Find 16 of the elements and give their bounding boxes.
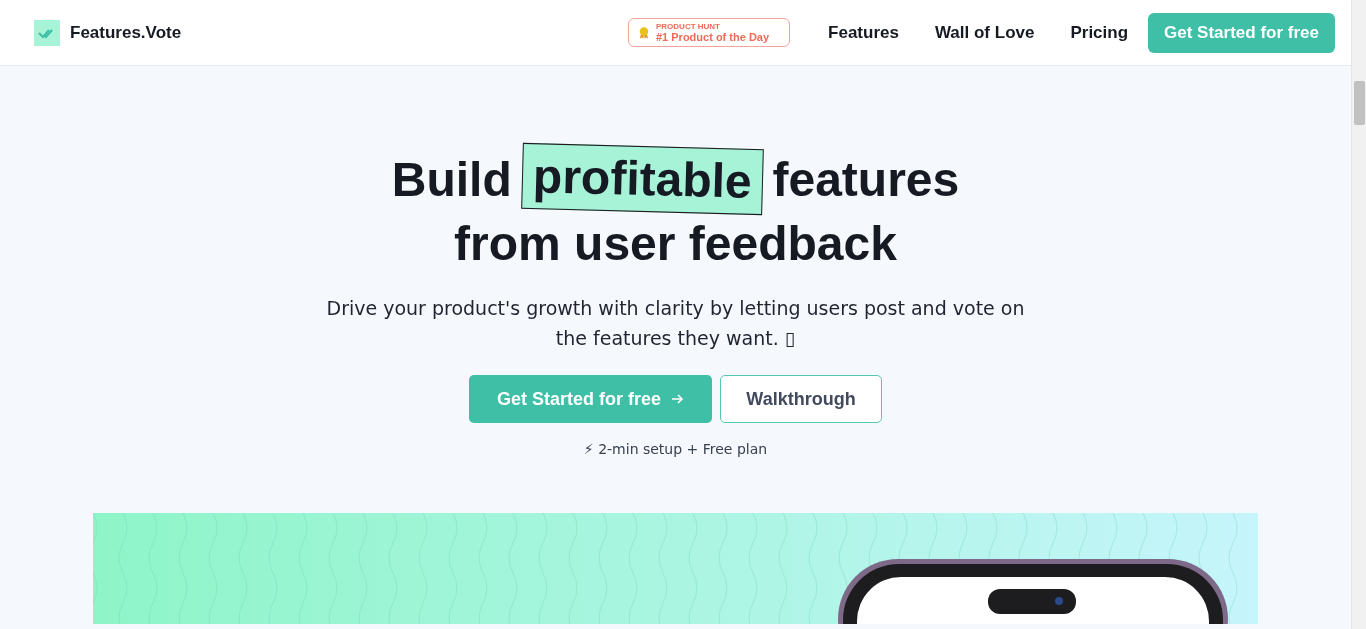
walkthrough-button[interactable]: Walkthrough bbox=[720, 375, 882, 423]
badge-text: #1 Product of the Day bbox=[656, 31, 770, 43]
nav-link[interactable]: Features bbox=[828, 22, 899, 43]
subtitle: Drive your product's growth with clarity by letting users post and vote on the features they want. ▯ bbox=[325, 296, 1026, 351]
headline-text: from user feedback bbox=[454, 216, 897, 272]
headline-text: features bbox=[772, 151, 960, 208]
highlighted-word: profitable bbox=[520, 142, 764, 216]
scrollbar[interactable] bbox=[1351, 0, 1366, 629]
badge-eyebrow: PRODUCT HUNT bbox=[656, 22, 721, 31]
setup-note: ⚡ 2-min setup + Free plan bbox=[583, 441, 768, 457]
headline-text: Build bbox=[391, 151, 512, 208]
arrow-right-icon bbox=[670, 392, 684, 406]
logo-icon bbox=[34, 19, 60, 46]
nav-link[interactable]: Wall of Love bbox=[934, 22, 1035, 43]
nav-link[interactable]: Pricing bbox=[1070, 22, 1129, 43]
brand-name[interactable]: Features.Vote bbox=[70, 22, 182, 43]
